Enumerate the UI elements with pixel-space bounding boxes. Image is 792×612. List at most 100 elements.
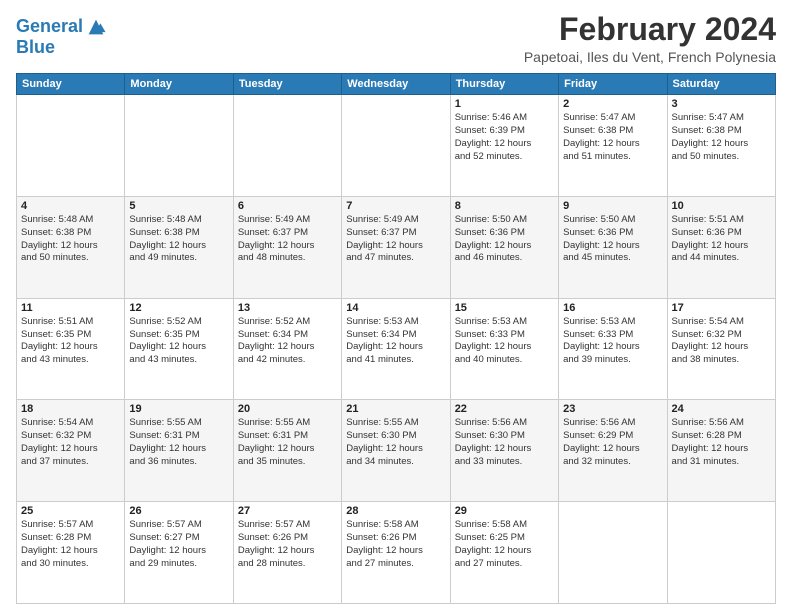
day-number: 7 [346,200,445,212]
day-number: 12 [129,302,228,314]
day-number: 10 [672,200,771,212]
day-number: 4 [21,200,120,212]
day-info: Sunrise: 5:47 AM Sunset: 6:38 PM Dayligh… [672,112,771,163]
page: General Blue February 2024 Papetoai, Ile… [0,0,792,612]
calendar-table: Sunday Monday Tuesday Wednesday Thursday… [16,73,776,604]
day-info: Sunrise: 5:55 AM Sunset: 6:31 PM Dayligh… [238,417,337,468]
calendar-cell: 26 Sunrise: 5:57 AM Sunset: 6:27 PM Dayli… [125,502,233,604]
header-sunday: Sunday [17,74,125,95]
calendar-cell: 16 Sunrise: 5:53 AM Sunset: 6:33 PM Dayli… [559,298,667,400]
calendar-week-1: 1Sunrise: 5:46 AM Sunset: 6:39 PM Daylig… [17,95,776,197]
calendar-cell: 3Sunrise: 5:47 AM Sunset: 6:38 PM Daylig… [667,95,775,197]
day-number: 25 [21,505,120,517]
day-number: 8 [455,200,554,212]
calendar-cell: 24Sunrise: 5:56 AM Sunset: 6:28 PM Dayli… [667,400,775,502]
day-info: Sunrise: 5:49 AM Sunset: 6:37 PM Dayligh… [238,214,337,265]
day-number: 21 [346,403,445,415]
day-number: 29 [455,505,554,517]
calendar-cell: 17Sunrise: 5:54 AM Sunset: 6:32 PM Dayli… [667,298,775,400]
day-info: Sunrise: 5:53 AM Sunset: 6:34 PM Dayligh… [346,316,445,367]
logo-icon [85,16,107,38]
day-info: Sunrise: 5:53 AM Sunset: 6:33 PM Dayligh… [563,316,662,367]
calendar-cell: 2 Sunrise: 5:47 AM Sunset: 6:38 PM Daylig… [559,95,667,197]
day-number: 24 [672,403,771,415]
day-info: Sunrise: 5:57 AM Sunset: 6:26 PM Dayligh… [238,519,337,570]
calendar-cell: 23 Sunrise: 5:56 AM Sunset: 6:29 PM Dayli… [559,400,667,502]
day-info: Sunrise: 5:51 AM Sunset: 6:36 PM Dayligh… [672,214,771,265]
calendar-week-3: 11Sunrise: 5:51 AM Sunset: 6:35 PM Dayli… [17,298,776,400]
header-friday: Friday [559,74,667,95]
day-info: Sunrise: 5:49 AM Sunset: 6:37 PM Dayligh… [346,214,445,265]
day-number: 22 [455,403,554,415]
calendar-cell [559,502,667,604]
calendar-cell: 4 Sunrise: 5:48 AM Sunset: 6:38 PM Daylig… [17,196,125,298]
day-info: Sunrise: 5:50 AM Sunset: 6:36 PM Dayligh… [455,214,554,265]
day-number: 13 [238,302,337,314]
logo-text: General [16,17,83,37]
day-info: Sunrise: 5:56 AM Sunset: 6:30 PM Dayligh… [455,417,554,468]
calendar-cell: 1Sunrise: 5:46 AM Sunset: 6:39 PM Daylig… [450,95,558,197]
subtitle: Papetoai, Iles du Vent, French Polynesia [524,49,776,65]
day-number: 20 [238,403,337,415]
header-thursday: Thursday [450,74,558,95]
calendar-cell: 13 Sunrise: 5:52 AM Sunset: 6:34 PM Dayli… [233,298,341,400]
calendar-cell: 14 Sunrise: 5:53 AM Sunset: 6:34 PM Dayli… [342,298,450,400]
calendar-cell: 6 Sunrise: 5:49 AM Sunset: 6:37 PM Daylig… [233,196,341,298]
day-number: 27 [238,505,337,517]
calendar-cell: 10 Sunrise: 5:51 AM Sunset: 6:36 PM Dayli… [667,196,775,298]
day-info: Sunrise: 5:52 AM Sunset: 6:35 PM Dayligh… [129,316,228,367]
day-number: 11 [21,302,120,314]
calendar-cell: 29 Sunrise: 5:58 AM Sunset: 6:25 PM Dayli… [450,502,558,604]
day-number: 28 [346,505,445,517]
calendar-cell [667,502,775,604]
calendar-week-4: 18Sunrise: 5:54 AM Sunset: 6:32 PM Dayli… [17,400,776,502]
calendar-cell: 11Sunrise: 5:51 AM Sunset: 6:35 PM Dayli… [17,298,125,400]
day-number: 19 [129,403,228,415]
day-info: Sunrise: 5:50 AM Sunset: 6:36 PM Dayligh… [563,214,662,265]
day-number: 23 [563,403,662,415]
day-info: Sunrise: 5:53 AM Sunset: 6:33 PM Dayligh… [455,316,554,367]
day-number: 14 [346,302,445,314]
calendar-cell [125,95,233,197]
day-number: 6 [238,200,337,212]
main-title: February 2024 [524,12,776,47]
calendar-cell: 25Sunrise: 5:57 AM Sunset: 6:28 PM Dayli… [17,502,125,604]
logo-text-blue: Blue [16,38,107,58]
calendar-cell: 21Sunrise: 5:55 AM Sunset: 6:30 PM Dayli… [342,400,450,502]
calendar-cell [233,95,341,197]
calendar-cell: 20 Sunrise: 5:55 AM Sunset: 6:31 PM Dayli… [233,400,341,502]
calendar-cell: 28Sunrise: 5:58 AM Sunset: 6:26 PM Dayli… [342,502,450,604]
day-number: 16 [563,302,662,314]
calendar-cell [17,95,125,197]
day-info: Sunrise: 5:56 AM Sunset: 6:29 PM Dayligh… [563,417,662,468]
day-info: Sunrise: 5:48 AM Sunset: 6:38 PM Dayligh… [21,214,120,265]
day-info: Sunrise: 5:47 AM Sunset: 6:38 PM Dayligh… [563,112,662,163]
header-saturday: Saturday [667,74,775,95]
calendar-cell: 27 Sunrise: 5:57 AM Sunset: 6:26 PM Dayli… [233,502,341,604]
header-wednesday: Wednesday [342,74,450,95]
calendar-cell: 7 Sunrise: 5:49 AM Sunset: 6:37 PM Daylig… [342,196,450,298]
day-number: 17 [672,302,771,314]
title-block: February 2024 Papetoai, Iles du Vent, Fr… [524,12,776,65]
day-number: 26 [129,505,228,517]
day-number: 5 [129,200,228,212]
day-number: 15 [455,302,554,314]
day-info: Sunrise: 5:57 AM Sunset: 6:27 PM Dayligh… [129,519,228,570]
day-info: Sunrise: 5:55 AM Sunset: 6:31 PM Dayligh… [129,417,228,468]
calendar-cell: 9 Sunrise: 5:50 AM Sunset: 6:36 PM Daylig… [559,196,667,298]
calendar-header-row: Sunday Monday Tuesday Wednesday Thursday… [17,74,776,95]
day-info: Sunrise: 5:52 AM Sunset: 6:34 PM Dayligh… [238,316,337,367]
header-monday: Monday [125,74,233,95]
calendar-week-5: 25Sunrise: 5:57 AM Sunset: 6:28 PM Dayli… [17,502,776,604]
header-tuesday: Tuesday [233,74,341,95]
logo: General Blue [16,16,107,58]
day-info: Sunrise: 5:58 AM Sunset: 6:25 PM Dayligh… [455,519,554,570]
calendar-cell: 18Sunrise: 5:54 AM Sunset: 6:32 PM Dayli… [17,400,125,502]
calendar-cell: 12 Sunrise: 5:52 AM Sunset: 6:35 PM Dayli… [125,298,233,400]
calendar-cell: 5 Sunrise: 5:48 AM Sunset: 6:38 PM Daylig… [125,196,233,298]
day-info: Sunrise: 5:48 AM Sunset: 6:38 PM Dayligh… [129,214,228,265]
day-number: 9 [563,200,662,212]
calendar-cell: 15 Sunrise: 5:53 AM Sunset: 6:33 PM Dayli… [450,298,558,400]
day-number: 2 [563,98,662,110]
day-number: 1 [455,98,554,110]
